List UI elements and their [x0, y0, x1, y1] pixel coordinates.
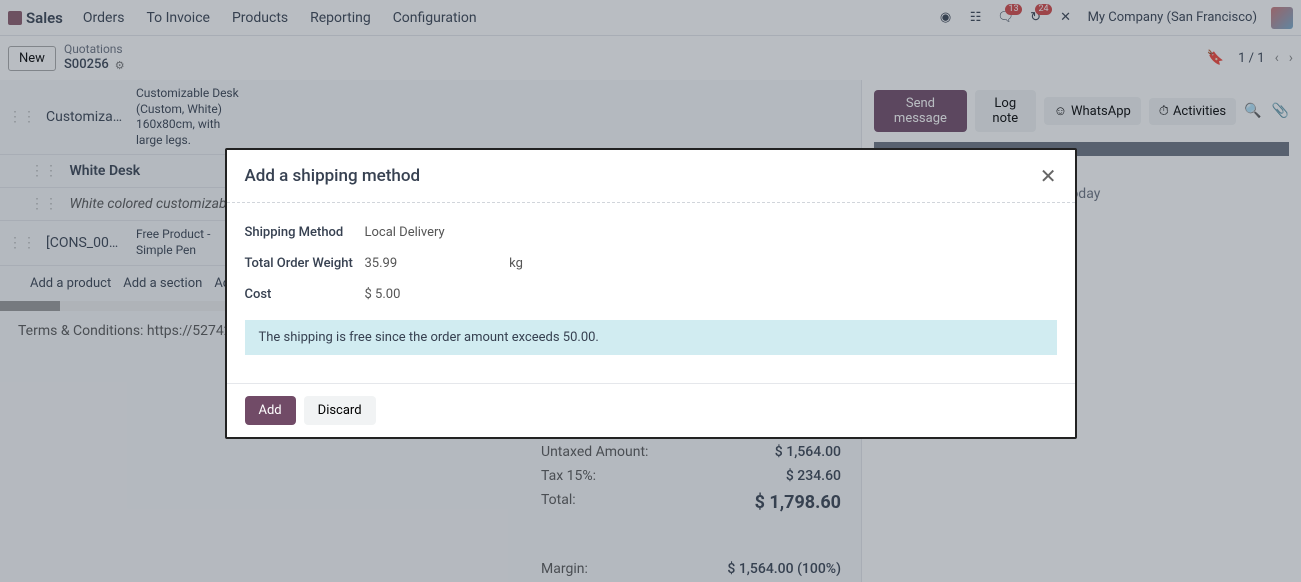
modal-title: Add a shipping method: [245, 166, 421, 186]
close-icon[interactable]: ✕: [1040, 164, 1057, 188]
add-button[interactable]: Add: [245, 396, 296, 425]
modal-overlay: Add a shipping method ✕ Shipping Method …: [0, 0, 1301, 582]
weight-unit: kg: [509, 256, 523, 271]
shipping-method-label: Shipping Method: [245, 225, 365, 240]
cost-label: Cost: [245, 287, 365, 302]
discard-button[interactable]: Discard: [304, 396, 376, 425]
shipping-method-value[interactable]: Local Delivery: [365, 225, 445, 240]
cost-value: $ 5.00: [365, 287, 401, 302]
shipping-method-modal: Add a shipping method ✕ Shipping Method …: [225, 148, 1077, 439]
total-weight-label: Total Order Weight: [245, 256, 365, 271]
total-weight-value[interactable]: 35.99: [365, 256, 398, 271]
free-shipping-alert: The shipping is free since the order amo…: [245, 320, 1057, 355]
